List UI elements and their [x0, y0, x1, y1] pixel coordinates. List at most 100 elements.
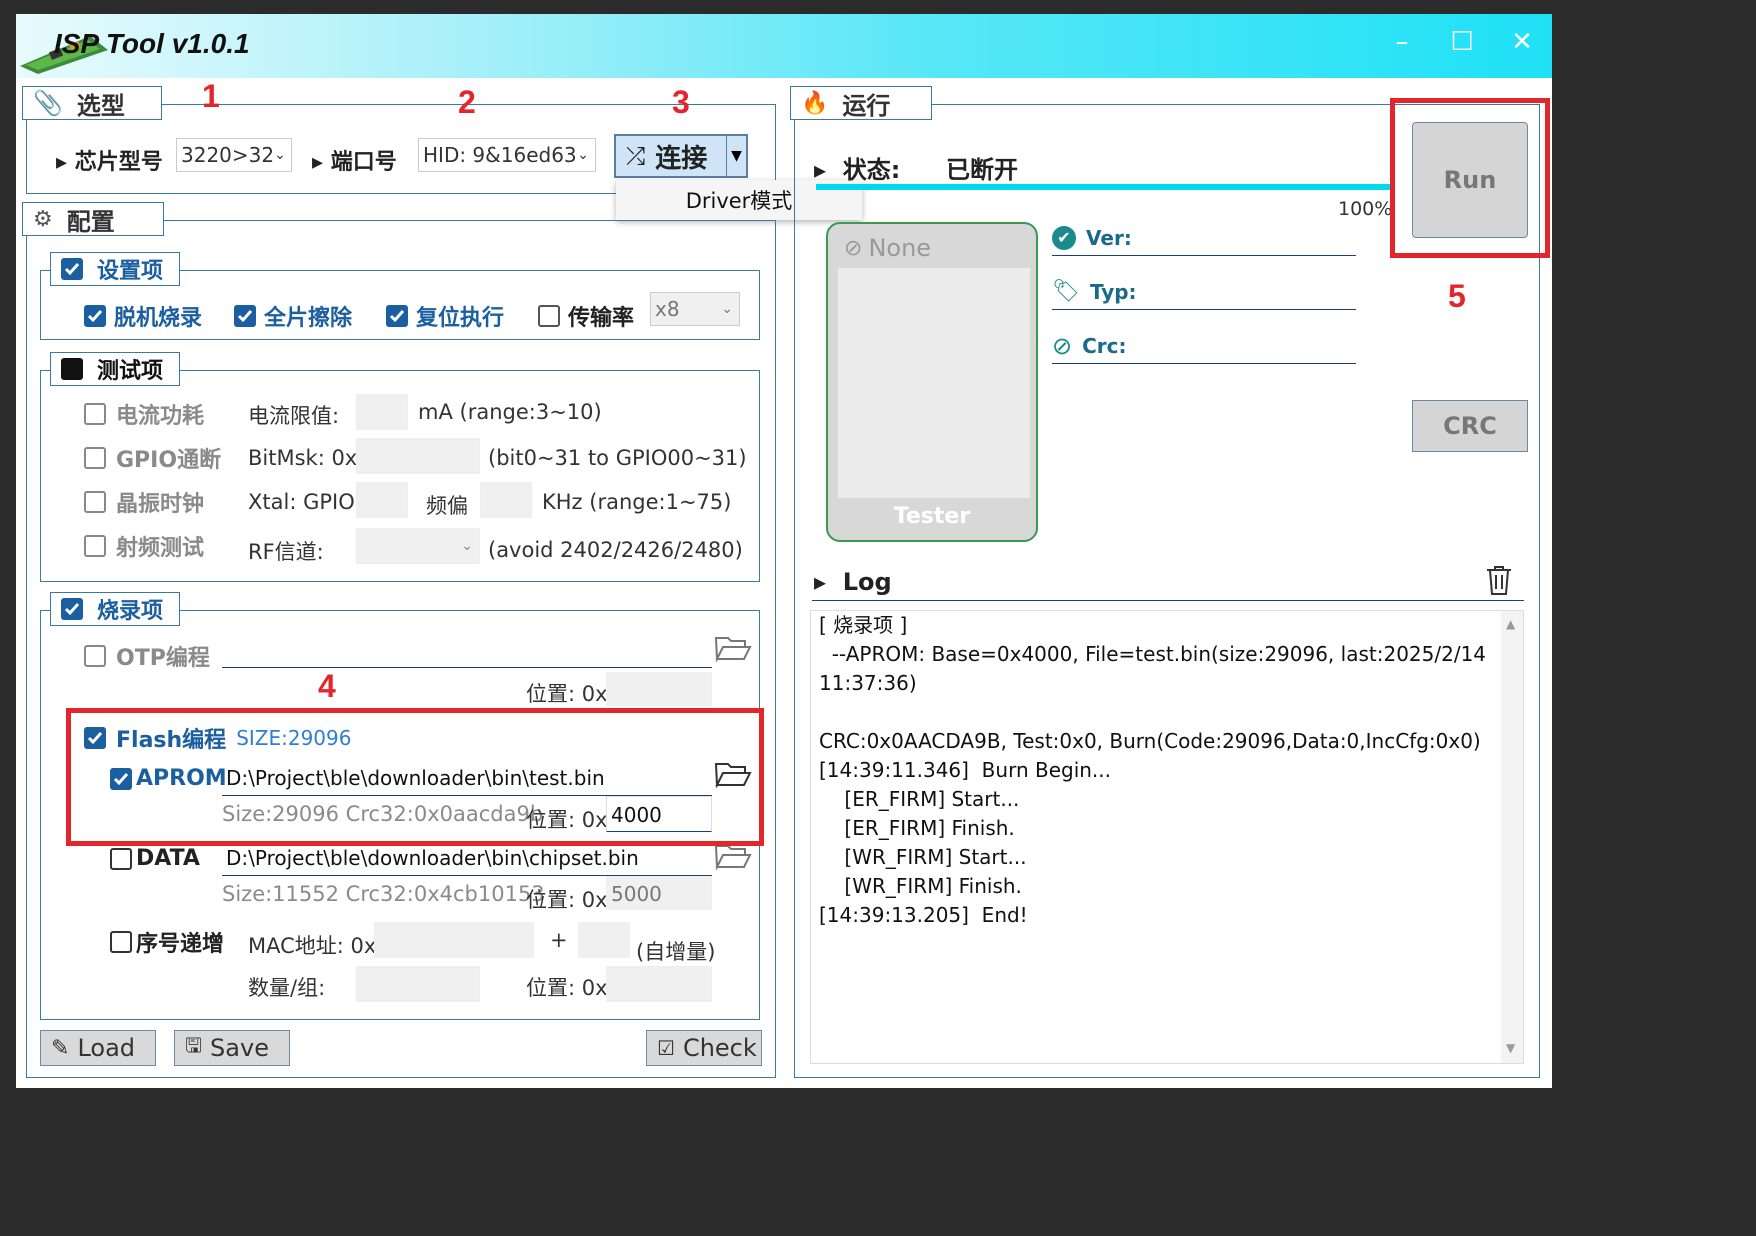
serial-option[interactable]: 序号递增 [110, 926, 224, 958]
status-label: ▸ 状态: [814, 156, 901, 184]
full-erase-checkbox[interactable] [234, 305, 256, 327]
log-line: CRC:0x0AACDA9B, Test:0x0, Burn(Code:2909… [819, 729, 1481, 753]
full-erase-option[interactable]: 全片擦除 [234, 300, 352, 332]
offset-input[interactable] [480, 482, 532, 518]
current-option[interactable]: 电流功耗 [84, 398, 204, 430]
rf-option[interactable]: 射频测试 [84, 530, 204, 562]
baud-checkbox[interactable] [538, 305, 560, 327]
ver-field: ✔ Ver: [1052, 220, 1356, 256]
baud-select[interactable]: x8 ⌄ [650, 292, 740, 326]
log-line: [WR_FIRM] Start... [819, 845, 1027, 869]
rf-checkbox[interactable] [84, 535, 106, 557]
ban-icon: ⊘ [1052, 331, 1073, 360]
connect-button[interactable]: ⤮ 连接 ▼ [614, 134, 748, 178]
tester-screen [838, 268, 1030, 498]
crc-button[interactable]: CRC [1412, 400, 1528, 452]
data-checkbox[interactable] [110, 847, 132, 870]
log-panel[interactable]: [ 烧录项 ] --APROM: Base=0x4000, File=test.… [810, 610, 1524, 1064]
quantity-label: 数量/组: [248, 976, 326, 1000]
trash-icon[interactable] [1484, 564, 1514, 600]
save-button[interactable]: 🖫 Save [174, 1030, 290, 1066]
chevron-down-icon: ⌄ [577, 147, 589, 163]
check-circle-icon: ✔ [1052, 225, 1076, 250]
minimize-button[interactable]: – [1382, 22, 1422, 62]
rf-channel-select[interactable]: ⌄ [356, 528, 480, 564]
crystal-checkbox[interactable] [84, 491, 106, 513]
tags-icon: 🏷 [1052, 279, 1080, 304]
data-option[interactable]: DATA [110, 846, 200, 871]
tests-checkbox[interactable] [61, 358, 83, 380]
otp-folder-icon[interactable] [714, 632, 752, 666]
increment-input[interactable] [578, 922, 630, 958]
burn-checkbox[interactable] [61, 598, 83, 620]
status-value: 已断开 [946, 156, 1018, 184]
bitmask-input[interactable] [356, 438, 480, 474]
annotation-5: 5 [1448, 278, 1466, 314]
log-line: [ER_FIRM] Finish. [819, 816, 1015, 840]
chip-select[interactable]: 3220>32 ⌄ [176, 138, 292, 172]
bitmask-label: BitMsk: 0x [248, 446, 358, 470]
data-path-input[interactable]: D:\Project\ble\downloader\bin\chipset.bi… [222, 842, 712, 876]
quantity-input[interactable] [356, 966, 480, 1002]
edit-icon: ✎ [51, 1035, 70, 1061]
log-scrollbar[interactable]: ▲ ▼ [1501, 611, 1523, 1063]
rf-channel-label: RF信道: [248, 540, 324, 564]
load-button[interactable]: ✎ Load [40, 1030, 156, 1066]
chevron-down-icon: ⌄ [274, 147, 286, 163]
gpio-checkbox[interactable] [84, 447, 106, 469]
dropdown-item-driver-mode[interactable]: Driver模式 [686, 185, 793, 215]
title-bar: ISP Tool v1.0.1 – ☐ ✕ [16, 14, 1552, 78]
gpio-option[interactable]: GPIO通断 [84, 442, 221, 474]
crystal-option[interactable]: 晶振时钟 [84, 486, 204, 518]
current-limit-input[interactable] [356, 394, 408, 430]
config-tab: ⚙ 配置 [22, 202, 164, 236]
chip-label: ▸ 芯片型号 [56, 150, 163, 175]
settings-tab[interactable]: 设置项 [50, 252, 180, 286]
log-line: [ER_FIRM] Start... [819, 787, 1020, 811]
ban-icon: ⊘ [844, 235, 863, 261]
progress-text: 100% [1338, 198, 1393, 220]
annotation-4: 4 [318, 668, 336, 704]
maximize-button[interactable]: ☐ [1442, 22, 1482, 62]
reset-exec-option[interactable]: 复位执行 [386, 300, 504, 332]
offline-burn-option[interactable]: 脱机烧录 [84, 300, 202, 332]
plus-label: + [550, 928, 568, 952]
app-window: ISP Tool v1.0.1 – ☐ ✕ 📎 选型 ▸ 芯片型号 3220>3… [16, 14, 1552, 1088]
connect-dropdown-toggle[interactable]: ▼ [726, 136, 746, 176]
check-button[interactable]: ☑ Check [646, 1030, 762, 1066]
shuffle-icon: ⤮ [626, 142, 646, 170]
current-limit-label: 电流限值: [248, 404, 340, 428]
reset-exec-checkbox[interactable] [386, 305, 408, 327]
settings-checkbox[interactable] [61, 258, 83, 280]
otp-path-input[interactable] [222, 634, 712, 668]
scroll-down-icon[interactable]: ▼ [1506, 1041, 1515, 1055]
serial-pos-input[interactable] [606, 966, 712, 1002]
baud-option[interactable]: 传输率 [538, 300, 634, 332]
log-line: [ 烧录项 ] [819, 613, 908, 637]
current-checkbox[interactable] [84, 403, 106, 425]
annotation-2: 2 [458, 84, 476, 120]
scroll-up-icon[interactable]: ▲ [1506, 617, 1515, 631]
tester-status: ⊘ None [844, 234, 932, 262]
data-pos-input[interactable]: 5000 [606, 876, 712, 910]
app-title: ISP Tool v1.0.1 [54, 28, 250, 59]
close-button[interactable]: ✕ [1502, 22, 1542, 62]
port-label: ▸ 端口号 [312, 150, 397, 175]
otp-pos-label: 位置: 0x [526, 682, 608, 706]
offset-label: 频偏 [426, 494, 468, 518]
data-pos-label: 位置: 0x [526, 888, 608, 912]
log-line: 11:37:36) [819, 671, 917, 695]
otp-option[interactable]: OTP编程 [84, 640, 210, 672]
port-select[interactable]: HID: 9&16ed63 ⌄ [418, 138, 596, 172]
progress-fill [816, 184, 1392, 190]
crc-field: ⊘ Crc: [1052, 328, 1356, 364]
serial-checkbox[interactable] [110, 931, 132, 953]
xtal-gpio-input[interactable] [356, 482, 408, 518]
otp-pos-input[interactable] [606, 672, 712, 706]
tests-tab[interactable]: 测试项 [50, 352, 180, 386]
otp-checkbox[interactable] [84, 645, 106, 667]
mac-input[interactable] [374, 922, 534, 958]
burn-tab[interactable]: 烧录项 [50, 592, 180, 626]
offline-burn-checkbox[interactable] [84, 305, 106, 327]
